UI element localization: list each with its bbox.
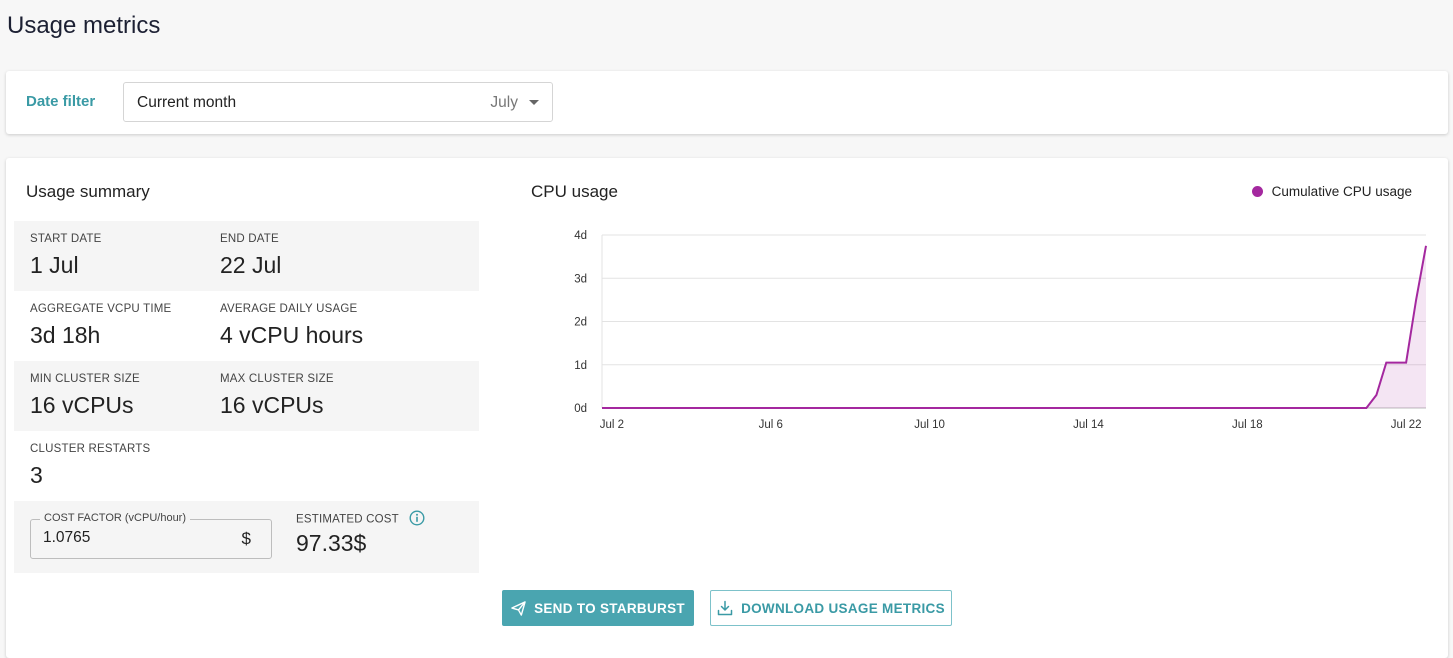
estimated-cost-label-row: ESTIMATED COST [296,510,425,526]
end-date-label: END DATE [220,233,279,245]
end-date-value: 22 Jul [220,252,282,278]
end-date-stat: END DATE 22 Jul [220,233,281,279]
info-icon[interactable] [409,510,425,526]
send-to-starburst-label: SEND TO STARBURST [534,600,685,616]
usage-row: AGGREGATE VCPU TIME 3d 18h AVERAGE DAILY… [14,291,479,361]
restarts-row: CLUSTER RESTARTS 3 [14,431,479,501]
max-cluster-stat: MAX CLUSTER SIZE 16 vCPUs [220,373,334,419]
send-to-starburst-button[interactable]: SEND TO STARBURST [502,590,694,626]
estimated-cost-value: 97.33$ [296,530,367,556]
legend-label: Cumulative CPU usage [1271,184,1412,199]
average-label: AVERAGE DAILY USAGE [220,303,358,315]
cost-factor-unit: $ [241,529,251,548]
series-line [602,245,1427,409]
date-filter-value: Current month [137,94,237,111]
page-title: Usage metrics [7,12,161,39]
cost-row: COST FACTOR (vCPU/hour) $ ESTIMATED COST… [14,501,479,573]
download-usage-metrics-button[interactable]: DOWNLOAD USAGE METRICS [710,590,952,626]
usage-card: Usage summary START DATE 1 Jul END DATE … [6,158,1448,658]
max-cluster-value: 16 vCPUs [220,392,324,418]
chevron-down-icon [529,100,539,105]
x-tick-label: Jul 2 [600,419,624,431]
cpu-usage-title: CPU usage [531,182,618,201]
start-date-label: START DATE [30,233,102,245]
series-area [602,245,1426,408]
usage-summary-title: Usage summary [26,182,150,201]
x-tick-label: Jul 6 [759,419,783,431]
aggregate-label: AGGREGATE VCPU TIME [30,303,172,315]
restarts-label: CLUSTER RESTARTS [30,443,151,455]
cluster-size-row: MIN CLUSTER SIZE 16 vCPUs MAX CLUSTER SI… [14,361,479,431]
y-tick-label: 1d [574,360,587,372]
average-stat: AVERAGE DAILY USAGE 4 vCPU hours [220,303,363,349]
aggregate-value: 3d 18h [30,322,101,348]
download-icon [717,600,733,616]
start-date-value: 1 Jul [30,252,79,278]
chart-legend[interactable]: Cumulative CPU usage [1251,184,1412,199]
dates-row: START DATE 1 Jul END DATE 22 Jul [14,221,479,291]
min-cluster-stat: MIN CLUSTER SIZE 16 vCPUs [30,373,140,419]
date-filter-card: Date filter Current month July [6,71,1448,134]
y-tick-label: 4d [574,230,587,242]
average-value: 4 vCPU hours [220,322,364,348]
estimated-cost-label: ESTIMATED COST [296,513,399,526]
max-cluster-label: MAX CLUSTER SIZE [220,373,334,385]
cost-factor-field[interactable]: COST FACTOR (vCPU/hour) $ [30,512,272,559]
min-cluster-value: 16 vCPUs [30,392,134,418]
min-cluster-label: MIN CLUSTER SIZE [30,373,140,385]
cost-factor-label: COST FACTOR (vCPU/hour) [40,512,191,524]
date-filter-select[interactable]: Current month July [123,82,553,122]
y-tick-label: 2d [574,317,587,329]
cpu-usage-chart: 0d 1d 2d 3d 4d Jul 2 Jul 6 Jul 10 Jul 14 Jul 18 Ju… [574,230,1427,431]
y-tick-label: 3d [574,273,587,285]
estimated-cost-stat: ESTIMATED COST 97.33$ [296,510,425,557]
x-tick-label: Jul 14 [1073,419,1104,431]
date-filter-label: Date filter [26,93,96,110]
restarts-value: 3 [30,462,43,488]
download-usage-metrics-label: DOWNLOAD USAGE METRICS [741,600,945,616]
y-tick-label: 0d [574,403,587,415]
start-date-stat: START DATE 1 Jul [30,233,101,279]
legend-dot [1251,186,1263,197]
x-tick-label: Jul 18 [1232,419,1263,431]
cost-factor-input[interactable] [43,529,223,547]
date-filter-month: July [490,94,518,111]
restarts-stat: CLUSTER RESTARTS 3 [30,443,150,489]
aggregate-stat: AGGREGATE VCPU TIME 3d 18h [30,303,171,349]
x-tick-label: Jul 22 [1391,419,1422,431]
x-tick-label: Jul 10 [914,419,945,431]
send-icon [511,600,526,616]
